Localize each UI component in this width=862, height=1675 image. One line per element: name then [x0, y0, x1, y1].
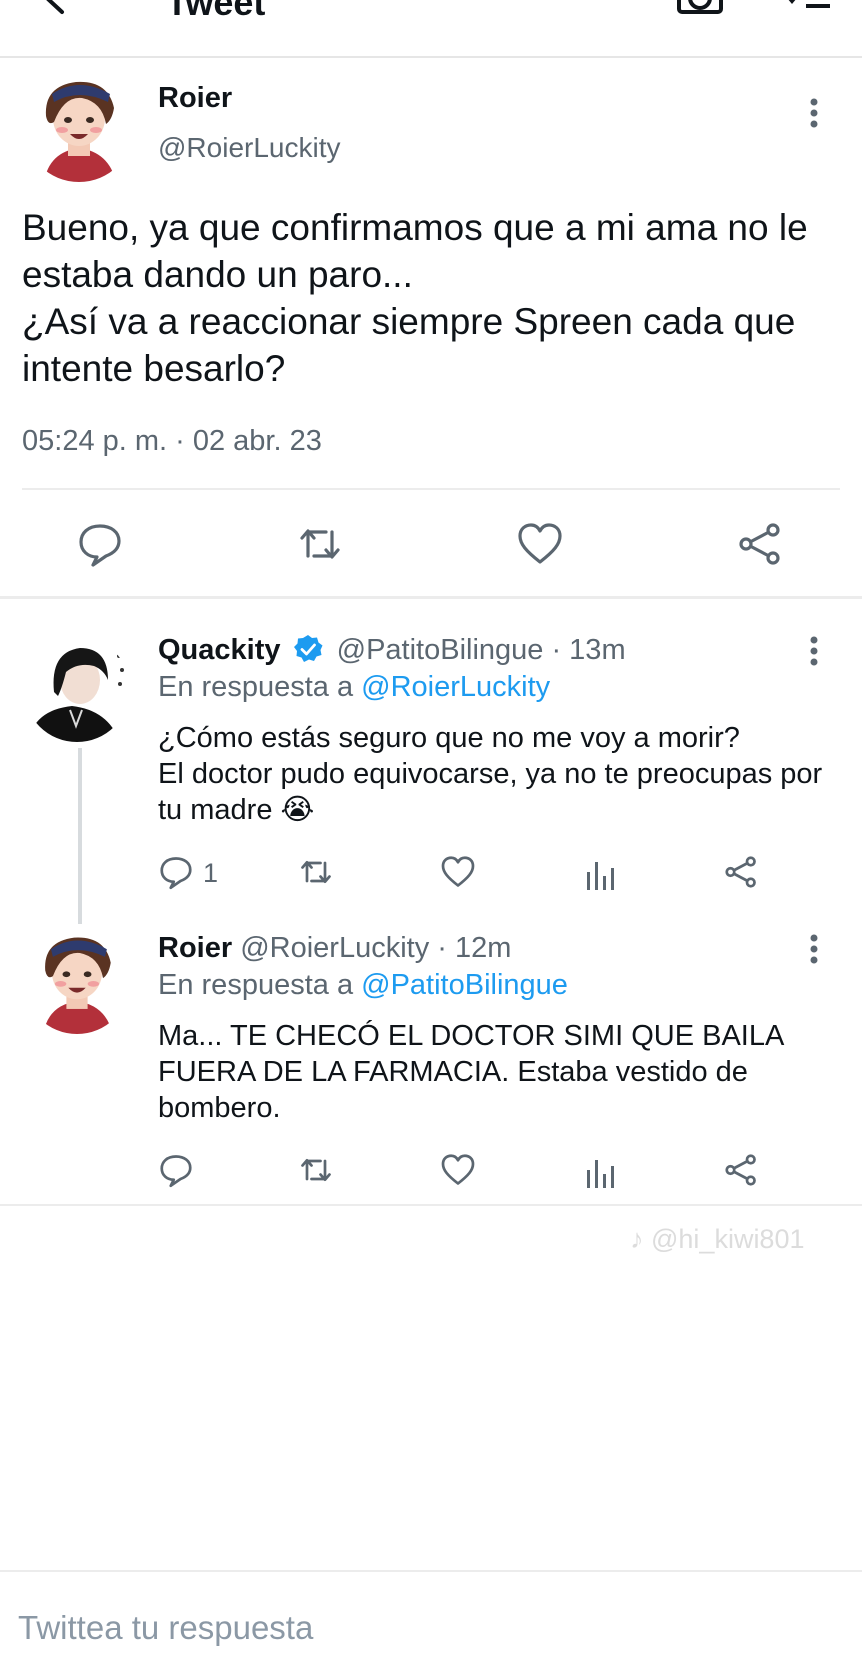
replying-to-label: En respuesta a [158, 671, 354, 703]
more-options-icon[interactable] [808, 98, 820, 128]
page-title: Tweet [166, 0, 266, 23]
reply-text: Ma... TE CHECÓ EL DOCTOR SIMI QUE BAILA … [158, 1020, 783, 1124]
reply-text: ¿Cómo estás seguro que no me voy a morir… [158, 722, 823, 826]
divider [22, 488, 840, 490]
retweet-icon[interactable] [296, 520, 344, 568]
back-arrow-icon[interactable] [38, 0, 72, 16]
author-name[interactable]: Roier [158, 932, 232, 964]
like-icon[interactable] [516, 520, 564, 568]
divider [0, 1204, 862, 1206]
reply-header: Quackity @PatitoBilingue · 13m [158, 634, 626, 667]
avatar[interactable] [24, 928, 130, 1034]
author-name[interactable]: Roier [158, 82, 232, 115]
reply-time: · 12m [437, 932, 512, 964]
share-icon[interactable] [736, 520, 784, 568]
reply-icon[interactable] [158, 1152, 194, 1188]
retweet-icon[interactable] [298, 854, 334, 890]
analytics-icon[interactable] [582, 1154, 618, 1190]
divider [0, 596, 862, 599]
more-options-icon[interactable] [808, 636, 820, 666]
reply-count: 1 [203, 858, 219, 888]
replying-to-mention[interactable]: @PatitoBilingue [361, 969, 568, 1001]
like-icon[interactable] [440, 854, 476, 890]
avatar-illustration [24, 72, 134, 182]
reply-time: · 13m [551, 634, 626, 666]
author-handle[interactable]: @RoierLuckity [158, 132, 340, 164]
author-name[interactable]: Quackity [158, 634, 281, 666]
reply-icon[interactable] [76, 520, 124, 568]
avatar[interactable] [24, 636, 130, 742]
list-icon[interactable] [780, 0, 832, 16]
tweet-text: Bueno, ya que confirmamos que a mi ama n… [22, 207, 808, 389]
replying-to: En respuesta a @PatitoBilingue [158, 969, 568, 1002]
thread-connector [78, 748, 82, 924]
author-handle[interactable]: @RoierLuckity [240, 932, 429, 964]
author-handle[interactable]: @PatitoBilingue [337, 634, 544, 666]
avatar-illustration [24, 928, 130, 1034]
camera-icon[interactable] [676, 0, 724, 16]
share-icon[interactable] [723, 854, 759, 890]
top-bar: Tweet [0, 0, 862, 58]
reply-icon[interactable] [158, 854, 194, 890]
more-options-icon[interactable] [808, 934, 820, 964]
reply-header: Roier @RoierLuckity · 12m [158, 932, 511, 965]
retweet-icon[interactable] [298, 1152, 334, 1188]
replying-to-label: En respuesta a [158, 969, 354, 1001]
replying-to-mention[interactable]: @RoierLuckity [361, 671, 550, 703]
reply-compose-input[interactable] [18, 1598, 838, 1658]
avatar-illustration [24, 636, 130, 742]
avatar[interactable] [24, 72, 134, 182]
share-icon[interactable] [723, 1152, 759, 1188]
watermark: ♪ @hi_kiwi801 [630, 1224, 805, 1254]
replying-to: En respuesta a @RoierLuckity [158, 671, 550, 704]
divider [0, 1570, 862, 1572]
analytics-icon[interactable] [582, 856, 618, 892]
like-icon[interactable] [440, 1152, 476, 1188]
verified-badge-icon [293, 635, 323, 662]
tweet-timestamp: 05:24 p. m. · 02 abr. 23 [22, 425, 322, 457]
